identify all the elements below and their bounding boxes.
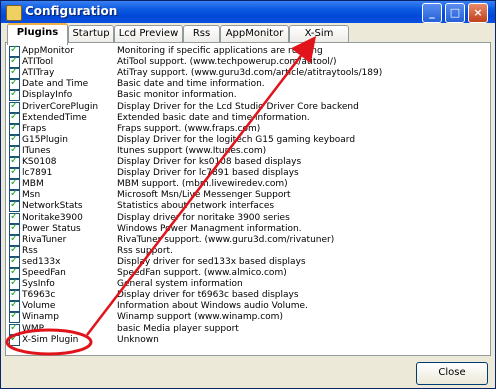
- plugin-description: Display driver for noritake 3900 series: [117, 212, 290, 223]
- plugin-row[interactable]: Winamp Winamp support (www.winamp.com): [6, 310, 486, 324]
- plugin-description: Winamp support (www.winamp.com): [117, 312, 283, 323]
- maximize-button[interactable]: □: [445, 3, 465, 23]
- plugin-name: sed133x: [22, 256, 61, 267]
- plugin-row[interactable]: Power Status Windows Power Managment info…: [6, 222, 486, 235]
- plugin-checkbox[interactable]: [9, 333, 20, 346]
- close-button[interactable]: Close: [416, 362, 488, 385]
- plugin-name: Winamp: [22, 312, 59, 323]
- plugin-name: Date and Time: [22, 79, 89, 90]
- plugin-row[interactable]: WMP basic Media player support: [6, 322, 486, 335]
- plugin-name: MBM: [22, 179, 44, 190]
- plugin-row[interactable]: ExtendedTime Extended basic date and time…: [6, 111, 486, 124]
- plugin-row[interactable]: NetworkStats Statistics about network int…: [6, 199, 486, 213]
- plugin-description: Display Driver for ks0108 based displays: [117, 157, 302, 167]
- plugin-description: Monitoring if specific applications are …: [117, 46, 323, 56]
- plugin-description: Windows Power Managment information.: [117, 223, 302, 234]
- plugin-name: Power Status: [22, 223, 81, 234]
- plugin-name: ITunes: [22, 145, 51, 156]
- tab-appmonitor[interactable]: AppMonitor: [220, 25, 289, 43]
- plugin-name: ExtendedTime: [22, 112, 87, 123]
- plugin-row[interactable]: Rss Rss support.: [6, 244, 486, 257]
- plugin-row[interactable]: MBM MBM support. (mbm.livewiredev.com): [6, 177, 486, 191]
- plugin-description: Display Driver for the Lcd Studio Driver…: [117, 101, 359, 112]
- plugin-name: SpeedFan: [22, 268, 66, 278]
- app-icon: [6, 5, 22, 21]
- plugin-row[interactable]: Date and Time Basic date and time informa…: [6, 77, 486, 91]
- plugin-description: RivaTuner support. (www.guru3d.com/rivat…: [117, 234, 335, 245]
- plugin-name: Volume: [22, 301, 56, 312]
- plugin-row[interactable]: RivaTuner RivaTuner support. (www.guru3d.…: [6, 233, 486, 246]
- plugin-row[interactable]: X-Sim Plugin Unknown: [6, 333, 486, 346]
- plugin-row[interactable]: DisplayInfo Basic monitor information.: [6, 88, 486, 102]
- plugin-row[interactable]: T6963c Display driver for t6963c based di…: [6, 288, 486, 302]
- plugin-name: AppMonitor: [22, 46, 74, 56]
- plugin-description: Display Driver for lc7891 based displays: [117, 168, 299, 179]
- plugin-name: Noritake3900: [22, 212, 83, 223]
- minimize-button[interactable]: _: [422, 3, 442, 23]
- plugin-name: lc7891: [22, 168, 53, 179]
- plugin-name: NetworkStats: [22, 201, 83, 212]
- plugin-description: Microsoft Msn/Live Messenger Support: [117, 190, 291, 201]
- plugin-row[interactable]: KS0108 Display Driver for ks0108 based di…: [6, 155, 486, 168]
- plugin-name: WMP: [22, 323, 45, 334]
- close-window-button[interactable]: ×: [468, 3, 488, 23]
- plugins-panel: AppMonitor Monitoring if specific applica…: [5, 42, 491, 356]
- plugin-name: DisplayInfo: [22, 90, 73, 101]
- plugin-description: General system information: [117, 279, 243, 290]
- plugin-name: SysInfo: [22, 279, 55, 290]
- window-title: Configuration: [25, 4, 118, 18]
- tab-plugins[interactable]: Plugins: [7, 23, 68, 45]
- plugin-name: Fraps: [22, 123, 47, 134]
- title-bar[interactable]: Configuration _ □ ×: [1, 1, 495, 23]
- plugin-description: Basic monitor information.: [117, 90, 237, 101]
- plugin-name: Rss: [22, 245, 38, 256]
- plugin-name: ATITray: [22, 68, 55, 79]
- plugin-row[interactable]: G15Plugin Display Driver for the logitech…: [6, 133, 486, 146]
- plugin-name: DriverCorePlugin: [22, 101, 99, 112]
- plugin-row[interactable]: AppMonitor Monitoring if specific applica…: [6, 44, 486, 57]
- plugin-row[interactable]: SysInfo General system information: [6, 277, 486, 291]
- plugin-name: RivaTuner: [22, 234, 67, 245]
- plugin-name: KS0108: [22, 157, 57, 167]
- plugin-description: Display driver for sed133x based display…: [117, 256, 306, 267]
- plugin-description: MBM support. (mbm.livewiredev.com): [117, 179, 288, 190]
- plugin-row[interactable]: ATITool AtiTool support. (www.techpowerup…: [6, 55, 486, 69]
- plugin-row[interactable]: Fraps Fraps support. (www.fraps.com): [6, 122, 486, 135]
- plugin-description: AtiTool support. (www.techpowerup.com/at…: [117, 57, 337, 68]
- plugin-name: Msn: [22, 190, 41, 201]
- tab-lcd-preview[interactable]: Lcd Preview: [114, 25, 183, 43]
- configuration-window: Configuration _ □ × Plugins Startup Lcd …: [0, 0, 496, 389]
- tab-rss[interactable]: Rss: [183, 25, 220, 43]
- plugin-name: G15Plugin: [22, 134, 68, 145]
- plugin-name: ATITool: [22, 57, 54, 68]
- plugin-description: Fraps support. (www.fraps.com): [117, 123, 261, 134]
- plugin-row[interactable]: lc7891 Display Driver for lc7891 based di…: [6, 166, 486, 180]
- plugin-description: Information about Windows audio Volume.: [117, 301, 308, 312]
- plugin-description: Rss support.: [117, 245, 173, 256]
- plugin-description: Display driver for t6963c based displays: [117, 290, 299, 301]
- plugin-name: T6963c: [22, 290, 56, 301]
- plugin-row[interactable]: Volume Information about Windows audio Vo…: [6, 299, 486, 313]
- plugin-description: Extended basic date and time information…: [117, 112, 310, 123]
- plugin-description: Unknown: [117, 334, 159, 345]
- plugin-row[interactable]: ATITray AtiTray support. (www.guru3d.com/…: [6, 66, 486, 80]
- plugin-name: X-Sim Plugin: [22, 334, 79, 345]
- plugin-row[interactable]: sed133x Display driver for sed133x based …: [6, 255, 486, 268]
- tab-x-sim-plugin[interactable]: X-Sim Plugin: [289, 25, 349, 55]
- tab-startup[interactable]: Startup: [68, 25, 114, 43]
- plugin-row[interactable]: Msn Microsoft Msn/Live Messenger Support: [6, 188, 486, 202]
- plugin-description: Basic date and time information.: [117, 79, 265, 90]
- plugin-row[interactable]: SpeedFan SpeedFan support. (www.almico.co…: [6, 266, 486, 279]
- plugin-row[interactable]: Noritake3900 Display driver for noritake …: [6, 211, 486, 224]
- plugin-list: AppMonitor Monitoring if specific applica…: [6, 43, 490, 353]
- plugin-description: AtiTray support. (www.guru3d.com/article…: [117, 68, 383, 79]
- plugin-row[interactable]: ITunes Itunes support (www.Itunes.com): [6, 144, 486, 157]
- plugin-description: Statistics about network interfaces: [117, 201, 275, 212]
- plugin-description: SpeedFan support. (www.almico.com): [117, 268, 287, 278]
- plugin-description: Itunes support (www.Itunes.com): [117, 145, 267, 156]
- plugin-description: basic Media player support: [117, 323, 239, 334]
- plugin-row[interactable]: DriverCorePlugin Display Driver for the L…: [6, 100, 486, 113]
- plugin-description: Display Driver for the logitech G15 gami…: [117, 134, 356, 145]
